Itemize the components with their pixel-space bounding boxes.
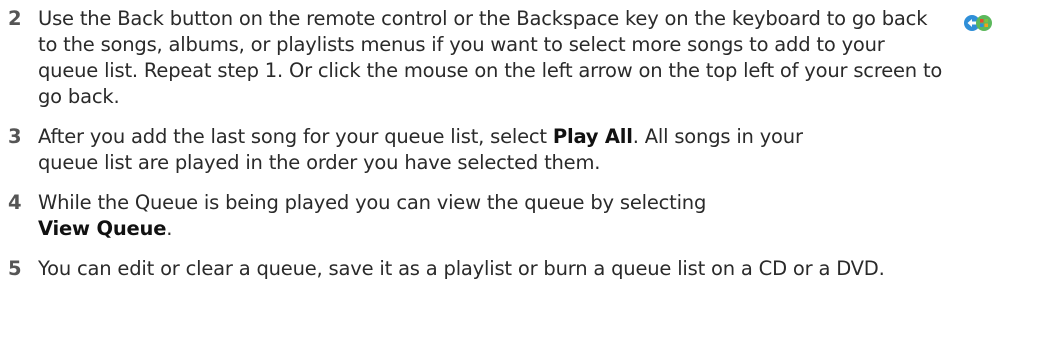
step-text-before: While the Queue is being played you can … [38,191,707,214]
windows-orb-quadrant-green [984,19,988,23]
step-number: 3 [8,125,22,148]
windows-orb-quadrant-blue [980,23,984,27]
step-5: 5 You can edit or clear a queue, save it… [8,256,948,282]
step-number: 4 [8,191,22,214]
windows-orb-quadrant-red [980,19,984,23]
step-text: You can edit or clear a queue, save it a… [38,256,898,282]
step-text-after: . [166,217,173,240]
step-2: 2 Use the Back button on the remote cont… [8,6,948,110]
step-text-body: Use the Back button on the remote contro… [38,7,943,108]
windows-orb-quadrant-yellow [984,23,988,27]
step-text: While the Queue is being played you can … [38,190,738,242]
step-number: 2 [8,7,22,30]
step-number: 5 [8,257,22,280]
step-3: 3 After you add the last song for your q… [8,124,948,176]
windows-orb [976,15,992,31]
play-all-label: Play All [552,125,633,148]
step-4: 4 While the Queue is being played you ca… [8,190,948,242]
step-text: Use the Back button on the remote contro… [38,6,948,110]
view-queue-label: View Queue [38,217,167,240]
step-text: After you add the last song for your que… [38,124,818,176]
step-text-before: After you add the last song for your que… [38,125,553,148]
step-text-body: You can edit or clear a queue, save it a… [38,257,885,280]
instruction-steps: 2 Use the Back button on the remote cont… [8,6,948,296]
back-arrow-windows-icon [964,15,992,31]
